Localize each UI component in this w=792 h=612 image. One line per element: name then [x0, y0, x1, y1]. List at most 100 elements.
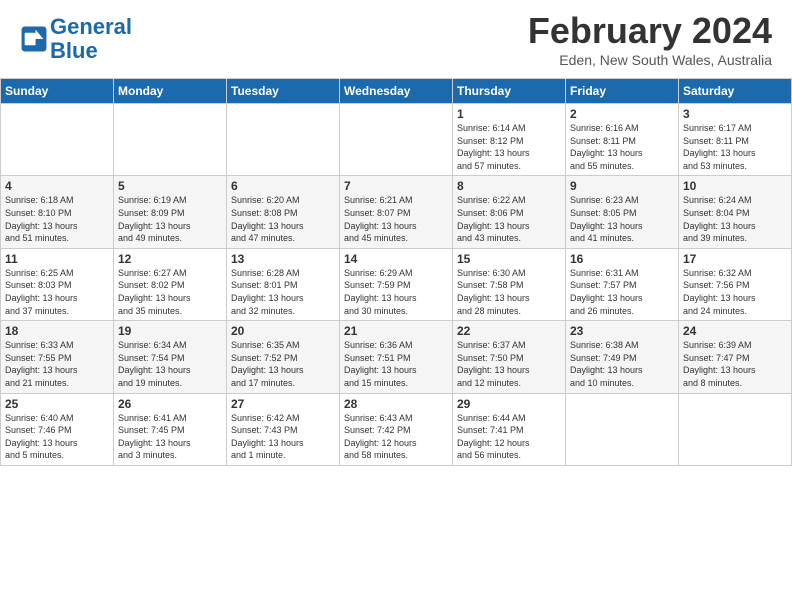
- day-number: 24: [683, 324, 787, 338]
- calendar-cell: 20Sunrise: 6:35 AM Sunset: 7:52 PM Dayli…: [227, 321, 340, 393]
- day-info: Sunrise: 6:33 AM Sunset: 7:55 PM Dayligh…: [5, 339, 109, 389]
- day-number: 5: [118, 179, 222, 193]
- day-number: 20: [231, 324, 335, 338]
- day-info: Sunrise: 6:31 AM Sunset: 7:57 PM Dayligh…: [570, 267, 674, 317]
- calendar-cell: 23Sunrise: 6:38 AM Sunset: 7:49 PM Dayli…: [566, 321, 679, 393]
- col-header-monday: Monday: [114, 79, 227, 104]
- day-info: Sunrise: 6:24 AM Sunset: 8:04 PM Dayligh…: [683, 194, 787, 244]
- calendar-cell: [114, 104, 227, 176]
- day-number: 26: [118, 397, 222, 411]
- day-number: 12: [118, 252, 222, 266]
- calendar-cell: 19Sunrise: 6:34 AM Sunset: 7:54 PM Dayli…: [114, 321, 227, 393]
- calendar-cell: 12Sunrise: 6:27 AM Sunset: 8:02 PM Dayli…: [114, 248, 227, 320]
- day-number: 6: [231, 179, 335, 193]
- day-number: 27: [231, 397, 335, 411]
- calendar-cell: 7Sunrise: 6:21 AM Sunset: 8:07 PM Daylig…: [340, 176, 453, 248]
- title-section: February 2024 Eden, New South Wales, Aus…: [528, 10, 772, 68]
- day-info: Sunrise: 6:27 AM Sunset: 8:02 PM Dayligh…: [118, 267, 222, 317]
- calendar-cell: 5Sunrise: 6:19 AM Sunset: 8:09 PM Daylig…: [114, 176, 227, 248]
- calendar-cell: [1, 104, 114, 176]
- day-info: Sunrise: 6:21 AM Sunset: 8:07 PM Dayligh…: [344, 194, 448, 244]
- calendar-cell: 8Sunrise: 6:22 AM Sunset: 8:06 PM Daylig…: [453, 176, 566, 248]
- day-number: 22: [457, 324, 561, 338]
- day-info: Sunrise: 6:39 AM Sunset: 7:47 PM Dayligh…: [683, 339, 787, 389]
- day-number: 18: [5, 324, 109, 338]
- calendar-cell: 10Sunrise: 6:24 AM Sunset: 8:04 PM Dayli…: [679, 176, 792, 248]
- day-number: 13: [231, 252, 335, 266]
- day-number: 10: [683, 179, 787, 193]
- calendar: SundayMondayTuesdayWednesdayThursdayFrid…: [0, 78, 792, 466]
- col-header-saturday: Saturday: [679, 79, 792, 104]
- day-number: 14: [344, 252, 448, 266]
- day-info: Sunrise: 6:19 AM Sunset: 8:09 PM Dayligh…: [118, 194, 222, 244]
- location: Eden, New South Wales, Australia: [528, 52, 772, 68]
- day-number: 25: [5, 397, 109, 411]
- calendar-cell: [566, 393, 679, 465]
- calendar-cell: 3Sunrise: 6:17 AM Sunset: 8:11 PM Daylig…: [679, 104, 792, 176]
- day-number: 8: [457, 179, 561, 193]
- calendar-cell: 15Sunrise: 6:30 AM Sunset: 7:58 PM Dayli…: [453, 248, 566, 320]
- calendar-cell: 6Sunrise: 6:20 AM Sunset: 8:08 PM Daylig…: [227, 176, 340, 248]
- day-info: Sunrise: 6:42 AM Sunset: 7:43 PM Dayligh…: [231, 412, 335, 462]
- day-info: Sunrise: 6:23 AM Sunset: 8:05 PM Dayligh…: [570, 194, 674, 244]
- day-number: 28: [344, 397, 448, 411]
- day-info: Sunrise: 6:32 AM Sunset: 7:56 PM Dayligh…: [683, 267, 787, 317]
- logo-text: General Blue: [50, 15, 132, 63]
- day-info: Sunrise: 6:30 AM Sunset: 7:58 PM Dayligh…: [457, 267, 561, 317]
- calendar-cell: 16Sunrise: 6:31 AM Sunset: 7:57 PM Dayli…: [566, 248, 679, 320]
- day-info: Sunrise: 6:37 AM Sunset: 7:50 PM Dayligh…: [457, 339, 561, 389]
- col-header-thursday: Thursday: [453, 79, 566, 104]
- calendar-cell: 14Sunrise: 6:29 AM Sunset: 7:59 PM Dayli…: [340, 248, 453, 320]
- day-info: Sunrise: 6:36 AM Sunset: 7:51 PM Dayligh…: [344, 339, 448, 389]
- month-title: February 2024: [528, 10, 772, 52]
- day-info: Sunrise: 6:20 AM Sunset: 8:08 PM Dayligh…: [231, 194, 335, 244]
- logo-line1: General: [50, 14, 132, 39]
- calendar-cell: 17Sunrise: 6:32 AM Sunset: 7:56 PM Dayli…: [679, 248, 792, 320]
- day-info: Sunrise: 6:40 AM Sunset: 7:46 PM Dayligh…: [5, 412, 109, 462]
- day-info: Sunrise: 6:44 AM Sunset: 7:41 PM Dayligh…: [457, 412, 561, 462]
- calendar-cell: 28Sunrise: 6:43 AM Sunset: 7:42 PM Dayli…: [340, 393, 453, 465]
- calendar-cell: 22Sunrise: 6:37 AM Sunset: 7:50 PM Dayli…: [453, 321, 566, 393]
- calendar-cell: 1Sunrise: 6:14 AM Sunset: 8:12 PM Daylig…: [453, 104, 566, 176]
- calendar-cell: 26Sunrise: 6:41 AM Sunset: 7:45 PM Dayli…: [114, 393, 227, 465]
- calendar-cell: 11Sunrise: 6:25 AM Sunset: 8:03 PM Dayli…: [1, 248, 114, 320]
- day-info: Sunrise: 6:34 AM Sunset: 7:54 PM Dayligh…: [118, 339, 222, 389]
- calendar-cell: [227, 104, 340, 176]
- day-number: 2: [570, 107, 674, 121]
- logo-icon: [20, 25, 48, 53]
- day-number: 9: [570, 179, 674, 193]
- col-header-sunday: Sunday: [1, 79, 114, 104]
- day-number: 1: [457, 107, 561, 121]
- calendar-cell: 27Sunrise: 6:42 AM Sunset: 7:43 PM Dayli…: [227, 393, 340, 465]
- calendar-cell: 18Sunrise: 6:33 AM Sunset: 7:55 PM Dayli…: [1, 321, 114, 393]
- calendar-cell: 4Sunrise: 6:18 AM Sunset: 8:10 PM Daylig…: [1, 176, 114, 248]
- day-number: 11: [5, 252, 109, 266]
- day-number: 19: [118, 324, 222, 338]
- calendar-cell: 13Sunrise: 6:28 AM Sunset: 8:01 PM Dayli…: [227, 248, 340, 320]
- day-number: 21: [344, 324, 448, 338]
- day-info: Sunrise: 6:29 AM Sunset: 7:59 PM Dayligh…: [344, 267, 448, 317]
- calendar-cell: 25Sunrise: 6:40 AM Sunset: 7:46 PM Dayli…: [1, 393, 114, 465]
- day-number: 7: [344, 179, 448, 193]
- day-info: Sunrise: 6:14 AM Sunset: 8:12 PM Dayligh…: [457, 122, 561, 172]
- day-number: 29: [457, 397, 561, 411]
- day-info: Sunrise: 6:16 AM Sunset: 8:11 PM Dayligh…: [570, 122, 674, 172]
- calendar-cell: 2Sunrise: 6:16 AM Sunset: 8:11 PM Daylig…: [566, 104, 679, 176]
- day-info: Sunrise: 6:22 AM Sunset: 8:06 PM Dayligh…: [457, 194, 561, 244]
- col-header-friday: Friday: [566, 79, 679, 104]
- day-info: Sunrise: 6:35 AM Sunset: 7:52 PM Dayligh…: [231, 339, 335, 389]
- day-info: Sunrise: 6:17 AM Sunset: 8:11 PM Dayligh…: [683, 122, 787, 172]
- calendar-cell: 24Sunrise: 6:39 AM Sunset: 7:47 PM Dayli…: [679, 321, 792, 393]
- logo: General Blue: [20, 15, 132, 63]
- calendar-cell: 29Sunrise: 6:44 AM Sunset: 7:41 PM Dayli…: [453, 393, 566, 465]
- logo-line2: Blue: [50, 38, 98, 63]
- day-number: 15: [457, 252, 561, 266]
- calendar-cell: 9Sunrise: 6:23 AM Sunset: 8:05 PM Daylig…: [566, 176, 679, 248]
- day-number: 4: [5, 179, 109, 193]
- calendar-cell: 21Sunrise: 6:36 AM Sunset: 7:51 PM Dayli…: [340, 321, 453, 393]
- day-info: Sunrise: 6:28 AM Sunset: 8:01 PM Dayligh…: [231, 267, 335, 317]
- day-info: Sunrise: 6:18 AM Sunset: 8:10 PM Dayligh…: [5, 194, 109, 244]
- col-header-wednesday: Wednesday: [340, 79, 453, 104]
- col-header-tuesday: Tuesday: [227, 79, 340, 104]
- day-info: Sunrise: 6:25 AM Sunset: 8:03 PM Dayligh…: [5, 267, 109, 317]
